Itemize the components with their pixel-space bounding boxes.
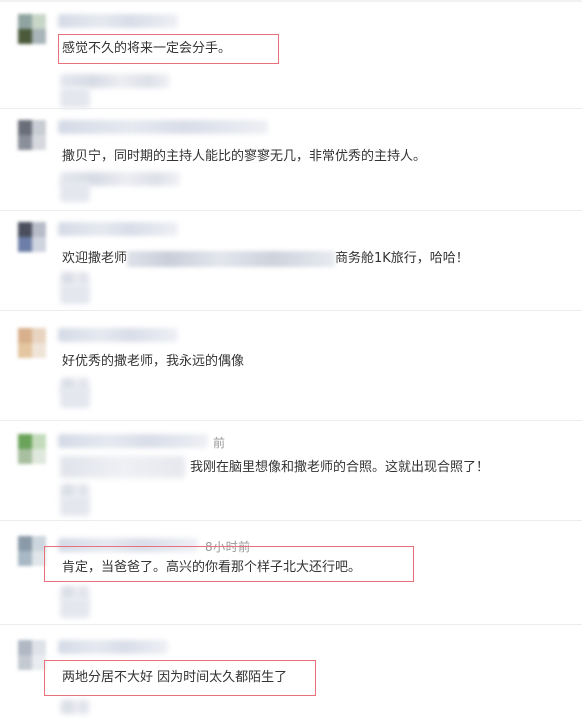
avatar-pixel bbox=[18, 434, 32, 449]
avatar-pixel bbox=[32, 328, 46, 343]
avatar-pixel bbox=[18, 222, 32, 237]
comment-text: 撒贝宁，同时期的主持人能比的寥寥无几，非常优秀的主持人。 bbox=[62, 149, 427, 164]
blurred-actions bbox=[60, 88, 90, 108]
comment-text: 肯定，当爸爸了。高兴的你看那个样子北大还行吧。 bbox=[62, 560, 362, 575]
avatar-pixel bbox=[32, 434, 46, 449]
avatar-pixel bbox=[32, 237, 46, 252]
user-avatar[interactable] bbox=[18, 536, 46, 566]
blurred-actions bbox=[60, 700, 90, 714]
comment-text: 我刚在脑里想像和撒老师的合照。这就出现合照了！ bbox=[190, 460, 490, 475]
avatar-pixel bbox=[18, 449, 32, 464]
avatar-pixel bbox=[32, 343, 46, 358]
avatar-pixel bbox=[18, 551, 32, 566]
avatar-pixel bbox=[18, 135, 32, 150]
comment-item: 前 我刚在脑里想像和撒老师的合照。这就出现合照了！ bbox=[0, 420, 582, 521]
comment-item: 欢迎撒老师 商务舱1K旅行，哈哈！ bbox=[0, 210, 582, 311]
user-avatar[interactable] bbox=[18, 640, 46, 670]
comment-text-start: 欢迎撒老师 bbox=[62, 251, 128, 266]
comment-item: 两地分居不大好 因为时间太久都陌生了 bbox=[0, 624, 582, 718]
user-avatar[interactable] bbox=[18, 222, 46, 252]
comment-text: 感觉不久的将来一定会分手。 bbox=[62, 41, 232, 56]
user-avatar[interactable] bbox=[18, 120, 46, 150]
comment-text: 两地分居不大好 因为时间太久都陌生了 bbox=[62, 670, 288, 685]
blurred-actions bbox=[60, 388, 90, 408]
comment-item: 8小时前 肯定，当爸爸了。高兴的你看那个样子北大还行吧。 bbox=[0, 520, 582, 625]
blurred-username[interactable] bbox=[58, 120, 268, 134]
avatar-pixel bbox=[18, 237, 32, 252]
comment-time: 前 bbox=[213, 436, 226, 450]
blurred-actions bbox=[60, 284, 90, 304]
avatar-pixel bbox=[18, 120, 32, 135]
comment-text: 欢迎撒老师 商务舱1K旅行，哈哈！ bbox=[62, 249, 469, 269]
avatar-pixel bbox=[18, 640, 32, 655]
user-avatar[interactable] bbox=[18, 14, 46, 44]
blurred-username[interactable] bbox=[58, 328, 178, 342]
blurred-username[interactable] bbox=[58, 222, 178, 236]
user-avatar[interactable] bbox=[18, 434, 46, 464]
avatar-pixel bbox=[18, 343, 32, 358]
comment-item: 撒贝宁，同时期的主持人能比的寥寥无几，非常优秀的主持人。 bbox=[0, 108, 582, 211]
avatar-pixel bbox=[18, 29, 32, 44]
avatar-pixel bbox=[32, 120, 46, 135]
comment-feed: 感觉不久的将来一定会分手。 撒贝宁，同时期的主持人能比的寥寥无几，非常优秀的主持… bbox=[0, 0, 582, 718]
comment-item: 感觉不久的将来一定会分手。 bbox=[0, 0, 582, 109]
avatar-pixel bbox=[18, 655, 32, 670]
avatar-pixel bbox=[18, 536, 32, 551]
blurred-actions bbox=[60, 74, 170, 88]
avatar-pixel bbox=[18, 328, 32, 343]
avatar-pixel bbox=[32, 449, 46, 464]
blurred-username[interactable] bbox=[58, 640, 168, 654]
avatar-pixel bbox=[32, 222, 46, 237]
comment-text-end: 商务舱1K旅行，哈哈！ bbox=[335, 251, 469, 266]
avatar-pixel bbox=[32, 14, 46, 29]
blurred-text bbox=[127, 250, 336, 267]
avatar-pixel bbox=[32, 640, 46, 655]
blurred-actions bbox=[60, 598, 90, 618]
blurred-mention bbox=[60, 456, 185, 478]
avatar-pixel bbox=[18, 14, 32, 29]
comment-text: 好优秀的撒老师，我永远的偶像 bbox=[62, 354, 245, 369]
user-avatar[interactable] bbox=[18, 328, 46, 358]
blurred-username[interactable] bbox=[58, 14, 178, 28]
avatar-pixel bbox=[32, 135, 46, 150]
comment-item: 好优秀的撒老师，我永远的偶像 bbox=[0, 310, 582, 421]
avatar-pixel bbox=[32, 29, 46, 44]
blurred-actions bbox=[60, 496, 90, 516]
blurred-username[interactable] bbox=[58, 434, 208, 448]
blurred-actions bbox=[60, 182, 90, 202]
